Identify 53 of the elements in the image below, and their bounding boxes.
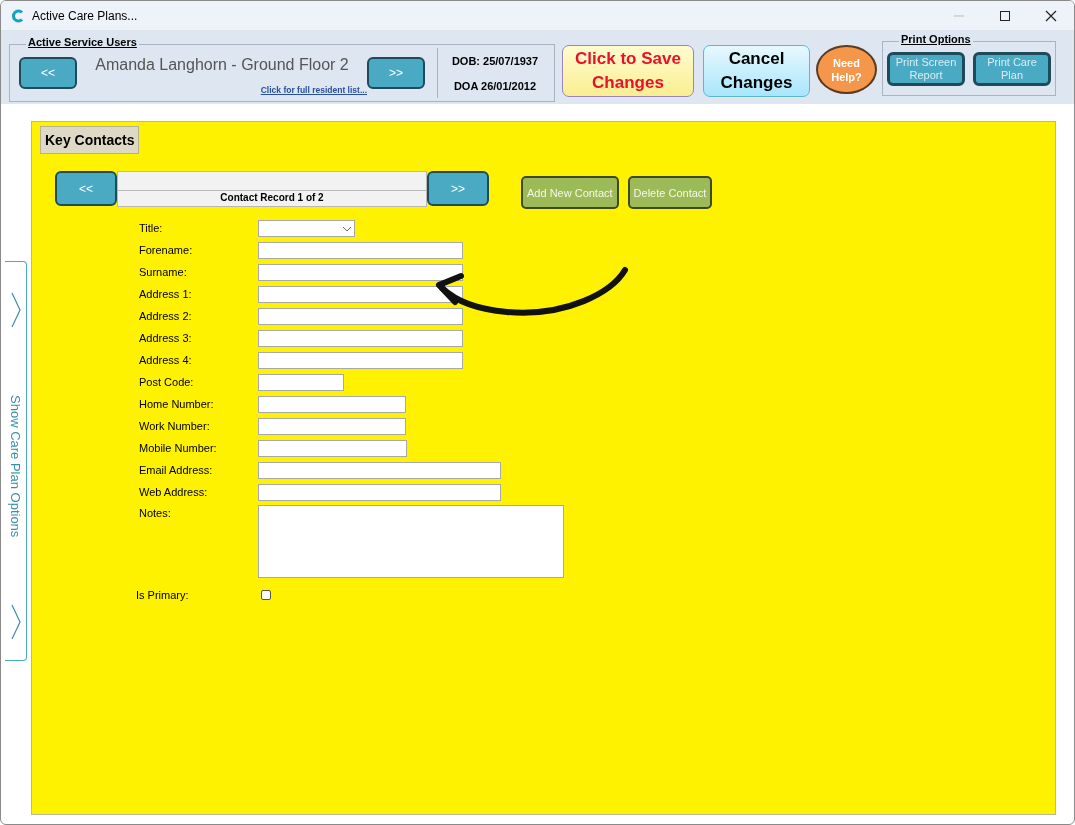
next-button[interactable]: >> [427, 171, 489, 206]
field-label: Surname: [139, 266, 188, 278]
field-label: Home Number: [139, 398, 215, 410]
field-label: Address 1: [139, 288, 193, 300]
field-label: Title: [139, 222, 164, 234]
input-field[interactable] [258, 483, 501, 501]
app-logo-icon [11, 8, 25, 23]
input-field[interactable] [258, 351, 463, 369]
field-label: Email Address: [139, 464, 214, 476]
window-title: Active Care Plans... [32, 8, 139, 23]
resident-list-link[interactable]: Click for full resident list... [260, 85, 367, 95]
field-label: Address 4: [139, 354, 193, 366]
input-field[interactable] [258, 417, 406, 435]
action-button[interactable]: Delete Contact [627, 176, 713, 209]
field-label: Work Number: [139, 420, 211, 432]
section-title: Key Contacts [40, 126, 140, 154]
notes-field[interactable] [258, 505, 564, 578]
chevron-right-icon[interactable] [9, 604, 22, 640]
checkbox[interactable] [261, 590, 271, 600]
print-button[interactable]: Print Care Plan [973, 51, 1051, 86]
resident-name: Amanda Langhorn - Ground Floor 2 [95, 56, 349, 74]
record-label: Contact Record 1 of 2 [117, 170, 427, 207]
chevron-right-icon[interactable] [9, 292, 22, 328]
input-field[interactable] [258, 461, 501, 479]
print-button[interactable]: Print Screen Report [887, 51, 965, 86]
cancel-button[interactable]: Cancel Changes [703, 45, 810, 97]
date-of-admission: DOA 26/01/2012 [453, 79, 537, 92]
input-field[interactable] [258, 241, 463, 259]
group-title: Active Service Users [26, 36, 139, 48]
input-field[interactable] [258, 439, 407, 457]
input-field[interactable] [258, 307, 463, 325]
input-field[interactable] [258, 395, 406, 413]
previous-button[interactable]: << [55, 171, 117, 206]
next-button[interactable]: >> [367, 57, 425, 89]
help-button[interactable]: Need Help? [816, 45, 877, 94]
input-field[interactable] [258, 285, 463, 303]
input-field[interactable] [258, 329, 463, 347]
field-label: Forename: [139, 244, 194, 256]
field-label: Web Address: [139, 486, 209, 498]
save-button[interactable]: Click to Save Changes [562, 45, 694, 97]
previous-button[interactable]: << [19, 57, 77, 89]
title-dropdown[interactable] [258, 219, 355, 237]
field-label: Address 2: [139, 310, 193, 322]
input-field[interactable] [258, 373, 344, 391]
field-label: Is Primary: [136, 589, 190, 601]
group-title: Print Options [899, 33, 973, 45]
date-of-birth: DOB: 25/07/1937 [451, 54, 539, 67]
field-label: Mobile Number: [139, 442, 218, 454]
field-label: Address 3: [139, 332, 193, 344]
input-field[interactable] [258, 263, 463, 281]
field-label: Notes: [139, 507, 172, 519]
field-label: Post Code: [139, 376, 195, 388]
action-button[interactable]: Add New Contact [521, 176, 619, 209]
